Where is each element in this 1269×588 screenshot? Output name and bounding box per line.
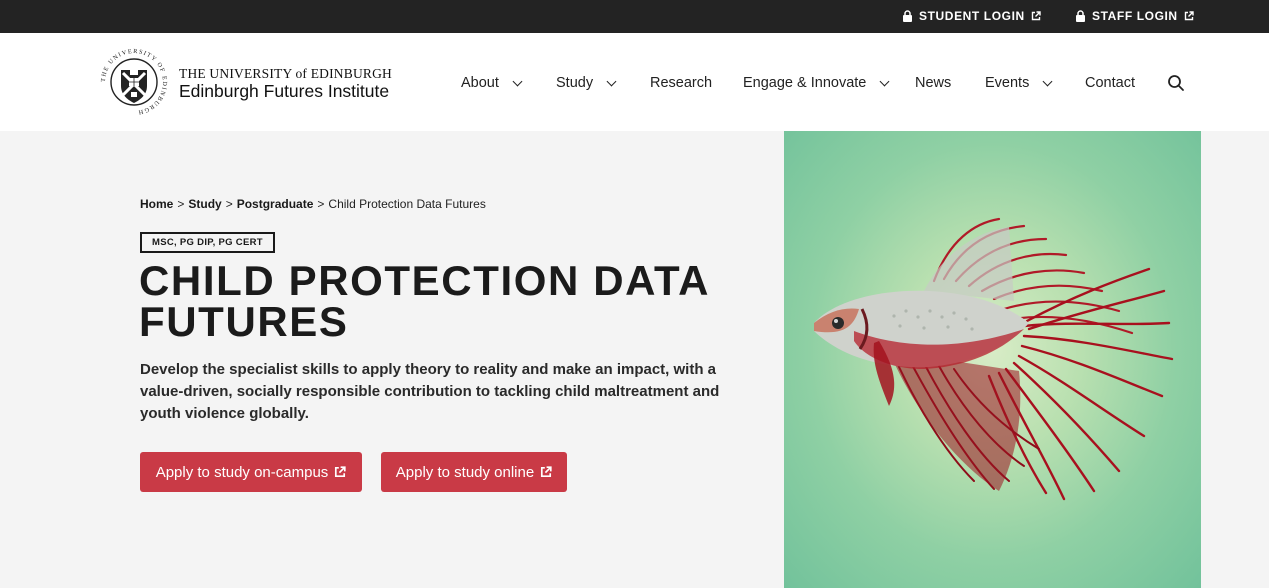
- chevron-down-icon: [1042, 76, 1053, 86]
- nav-about-label: About: [461, 75, 499, 91]
- staff-login-label: STAFF LOGIN: [1092, 9, 1178, 23]
- breadcrumb-current: Child Protection Data Futures: [328, 197, 486, 211]
- site-header: THE UNIVERSITY OF EDINBURGH THE UNIVERSI…: [0, 33, 1269, 131]
- lock-icon: [903, 10, 912, 22]
- chevron-down-icon: [606, 76, 617, 86]
- hero-image: [784, 131, 1201, 588]
- page-title: CHILD PROTECTION DATA FUTURES: [139, 257, 709, 345]
- external-link-icon: [1184, 11, 1194, 21]
- apply-on-campus-label: Apply to study on-campus: [155, 463, 329, 481]
- student-login-label: STUDENT LOGIN: [919, 9, 1025, 23]
- nav-events[interactable]: Events: [985, 75, 1053, 91]
- nav-contact-label: Contact: [1085, 75, 1135, 91]
- staff-login-link[interactable]: STAFF LOGIN: [1075, 9, 1194, 23]
- lock-icon: [1076, 10, 1085, 22]
- nav-engage-label: Engage & Innovate: [743, 75, 867, 91]
- university-crest-icon[interactable]: THE UNIVERSITY OF EDINBURGH: [100, 48, 168, 116]
- breadcrumb-postgraduate[interactable]: Postgraduate: [237, 197, 314, 211]
- chevron-down-icon: [879, 76, 890, 86]
- apply-online-button[interactable]: Apply to study online: [381, 452, 567, 492]
- breadcrumb-home[interactable]: Home: [140, 197, 173, 211]
- breadcrumb-study[interactable]: Study: [188, 197, 221, 211]
- betta-fish-illustration: [814, 217, 1174, 501]
- university-name: THE UNIVERSITY of EDINBURGH: [179, 66, 393, 81]
- external-link-icon: [335, 466, 346, 478]
- external-link-icon: [541, 466, 552, 478]
- nav-research[interactable]: Research: [650, 75, 712, 91]
- breadcrumb-separator: >: [225, 197, 233, 211]
- nav-contact[interactable]: Contact: [1085, 75, 1135, 91]
- breadcrumb: Home > Study > Postgraduate > Child Protection…: [140, 197, 486, 211]
- chevron-down-icon: [512, 76, 523, 86]
- nav-events-label: Events: [985, 75, 1030, 91]
- utility-bar: STUDENT LOGIN STAFF LOGIN: [0, 0, 1269, 33]
- nav-engage-innovate[interactable]: Engage & Innovate: [743, 75, 890, 91]
- search-icon[interactable]: [1167, 74, 1185, 92]
- breadcrumb-separator: >: [317, 197, 325, 211]
- nav-study-label: Study: [556, 75, 594, 91]
- nav-news-label: News: [915, 75, 952, 91]
- intro-text: Develop the specialist skills to apply t…: [140, 361, 720, 422]
- apply-online-label: Apply to study online: [395, 463, 535, 481]
- nav-news[interactable]: News: [915, 75, 951, 91]
- institute-name[interactable]: Edinburgh Futures Institute: [179, 81, 389, 102]
- breadcrumb-separator: >: [177, 197, 185, 211]
- apply-on-campus-button[interactable]: Apply to study on-campus: [140, 452, 362, 492]
- nav-study[interactable]: Study: [556, 75, 617, 91]
- external-link-icon: [1031, 11, 1041, 21]
- student-login-link[interactable]: STUDENT LOGIN: [902, 9, 1041, 23]
- nav-about[interactable]: About: [461, 75, 523, 91]
- qualification-badge: MSC, PG DIP, PG CERT: [140, 232, 275, 253]
- nav-research-label: Research: [650, 75, 713, 91]
